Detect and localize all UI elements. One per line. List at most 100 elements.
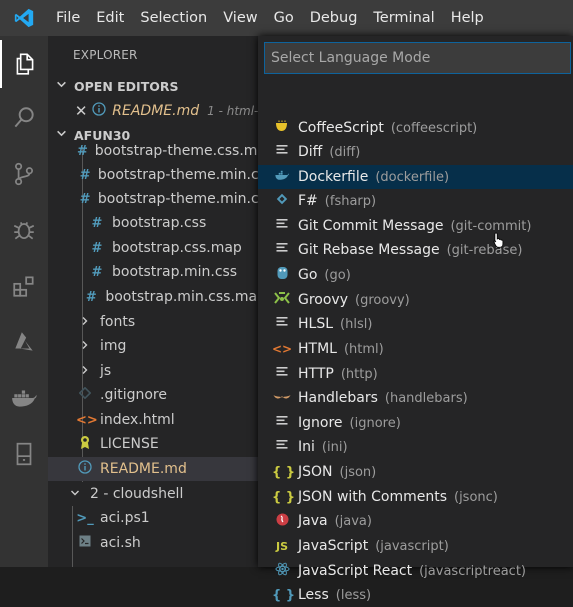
language-item[interactable]: CoffeeScript (coffeescript)	[258, 116, 573, 140]
file-aci-ps1[interactable]: >_ aci.ps1	[48, 506, 266, 530]
tree-item[interactable]: # bootstrap.min.css.map	[48, 285, 266, 309]
language-id: (json)	[339, 464, 377, 480]
language-id: (fsharp)	[324, 193, 377, 209]
open-editors-header[interactable]: OPEN EDITORS	[48, 74, 266, 98]
file-aci-sh[interactable]: aci.sh	[48, 531, 266, 555]
html-icon: <>	[272, 341, 293, 356]
language-item[interactable]: Dockerfile (dockerfile)	[258, 165, 573, 189]
language-item[interactable]: Ignore (ignore)	[258, 411, 573, 435]
language-item[interactable]: { } JSON with Comments (jsonc)	[258, 485, 573, 509]
menu-edit[interactable]: Edit	[88, 0, 132, 36]
language-mode-picker: CoffeeScript (coffeescript) Diff (diff) Dock…	[258, 36, 573, 603]
json-icon: { }	[272, 489, 296, 505]
explorer-title: EXPLORER	[73, 48, 138, 62]
device-icon[interactable]	[0, 430, 48, 478]
lines-icon	[272, 415, 292, 431]
css-hash-icon: #	[91, 240, 103, 256]
menu-help[interactable]: Help	[443, 0, 492, 36]
explorer-icon[interactable]	[0, 40, 48, 88]
css-hash-icon: #	[91, 264, 103, 280]
language-item[interactable]: <> HTML (html)	[258, 337, 573, 361]
language-name: F#	[298, 193, 318, 209]
language-id: (hlsl)	[340, 316, 373, 332]
menu-go[interactable]: Go	[266, 0, 302, 36]
tree-item[interactable]: # bootstrap.css	[48, 211, 266, 235]
language-item[interactable]: HLSL (hlsl)	[258, 312, 573, 336]
language-id: (git-rebase)	[446, 242, 523, 258]
tree-item[interactable]: # bootstrap-theme.min.cs	[48, 163, 266, 187]
language-name: JavaScript	[298, 538, 369, 554]
language-name: JSON with Comments	[298, 489, 447, 505]
language-id: (ignore)	[349, 415, 401, 431]
react-icon	[272, 562, 292, 580]
language-item[interactable]: Git Commit Message (git-commit)	[258, 214, 573, 238]
shell-icon	[76, 535, 94, 551]
explorer-sidebar: EXPLORER OPEN EDITORS ✕ README.md 1 - ht…	[48, 36, 266, 567]
menu-file[interactable]: File	[48, 0, 88, 36]
language-id: (jsonc)	[454, 489, 498, 505]
chevron-right-icon	[76, 315, 94, 330]
folder-js[interactable]: js	[48, 359, 266, 383]
file-gitignore[interactable]: .gitignore	[48, 383, 266, 407]
language-id: (javascriptreact)	[419, 563, 526, 579]
activity-bar	[0, 36, 48, 567]
debug-icon[interactable]	[0, 206, 48, 254]
menu-view[interactable]: View	[215, 0, 265, 36]
language-name: Git Commit Message	[298, 218, 444, 234]
license-icon	[76, 435, 94, 454]
menu-terminal[interactable]: Terminal	[365, 0, 442, 36]
source-control-icon[interactable]	[0, 150, 48, 198]
tree-item[interactable]: # bootstrap-theme.min.cs	[48, 187, 266, 211]
language-item[interactable]: Git Rebase Message (git-rebase)	[258, 238, 573, 262]
language-name: Groovy	[298, 292, 348, 308]
file-license[interactable]: LICENSE	[48, 432, 266, 456]
language-id: (javascript)	[375, 538, 449, 554]
folder-cloudshell[interactable]: 2 - cloudshell	[48, 482, 266, 506]
lines-icon	[272, 316, 292, 332]
language-item[interactable]: JS JavaScript (javascript)	[258, 534, 573, 558]
extensions-icon[interactable]	[0, 262, 48, 310]
language-item[interactable]: Groovy (groovy)	[258, 288, 573, 312]
close-icon[interactable]: ✕	[72, 102, 90, 120]
tree-item[interactable]: # bootstrap.css.map	[48, 236, 266, 260]
language-name: Git Rebase Message	[298, 242, 440, 258]
lines-icon	[272, 366, 292, 382]
docker-icon[interactable]	[0, 374, 48, 422]
language-item[interactable]: Go (go)	[258, 263, 573, 287]
language-name: HTTP	[298, 366, 334, 382]
language-name: Less	[298, 587, 329, 603]
menu-selection[interactable]: Selection	[132, 0, 215, 36]
css-hash-icon: #	[77, 143, 88, 159]
language-item[interactable]: Ini (ini)	[258, 435, 573, 459]
open-editor-readme[interactable]: ✕ README.md 1 - html-d	[48, 99, 266, 123]
language-item[interactable]: JavaScript React (javascriptreact)	[258, 559, 573, 583]
language-item[interactable]: Java (java)	[258, 509, 573, 533]
json-icon: { }	[272, 587, 296, 603]
menu-debug[interactable]: Debug	[302, 0, 366, 36]
language-name: Dockerfile	[298, 169, 369, 185]
azure-icon[interactable]	[0, 318, 48, 366]
language-id: (html)	[343, 341, 384, 357]
search-icon[interactable]	[0, 94, 48, 142]
vscode-logo-icon	[0, 0, 48, 36]
chevron-right-icon	[76, 339, 94, 354]
language-name: HLSL	[298, 316, 334, 332]
tree-item[interactable]: # bootstrap.min.css	[48, 260, 266, 284]
css-hash-icon: #	[91, 215, 103, 231]
hand-cursor-icon	[493, 232, 505, 252]
language-search-input[interactable]	[265, 43, 570, 73]
file-readme[interactable]: README.md	[48, 457, 266, 481]
file-index-html[interactable]: <> index.html	[48, 408, 266, 432]
language-item[interactable]: Handlebars (handlebars)	[258, 386, 573, 410]
language-item[interactable]: { } JSON (json)	[258, 460, 573, 484]
folder-fonts[interactable]: fonts	[48, 310, 266, 334]
powershell-icon: >_	[76, 510, 94, 526]
language-name: Diff	[298, 144, 323, 160]
language-item[interactable]: Diff (diff)	[258, 140, 573, 164]
language-id: (less)	[335, 587, 372, 603]
language-item[interactable]: { } Less (less)	[258, 583, 573, 607]
folder-img[interactable]: img	[48, 334, 266, 358]
language-item[interactable]: HTTP (http)	[258, 362, 573, 386]
tree-item[interactable]: # bootstrap-theme.css.ma	[48, 139, 266, 163]
language-item[interactable]: F# (fsharp)	[258, 189, 573, 213]
